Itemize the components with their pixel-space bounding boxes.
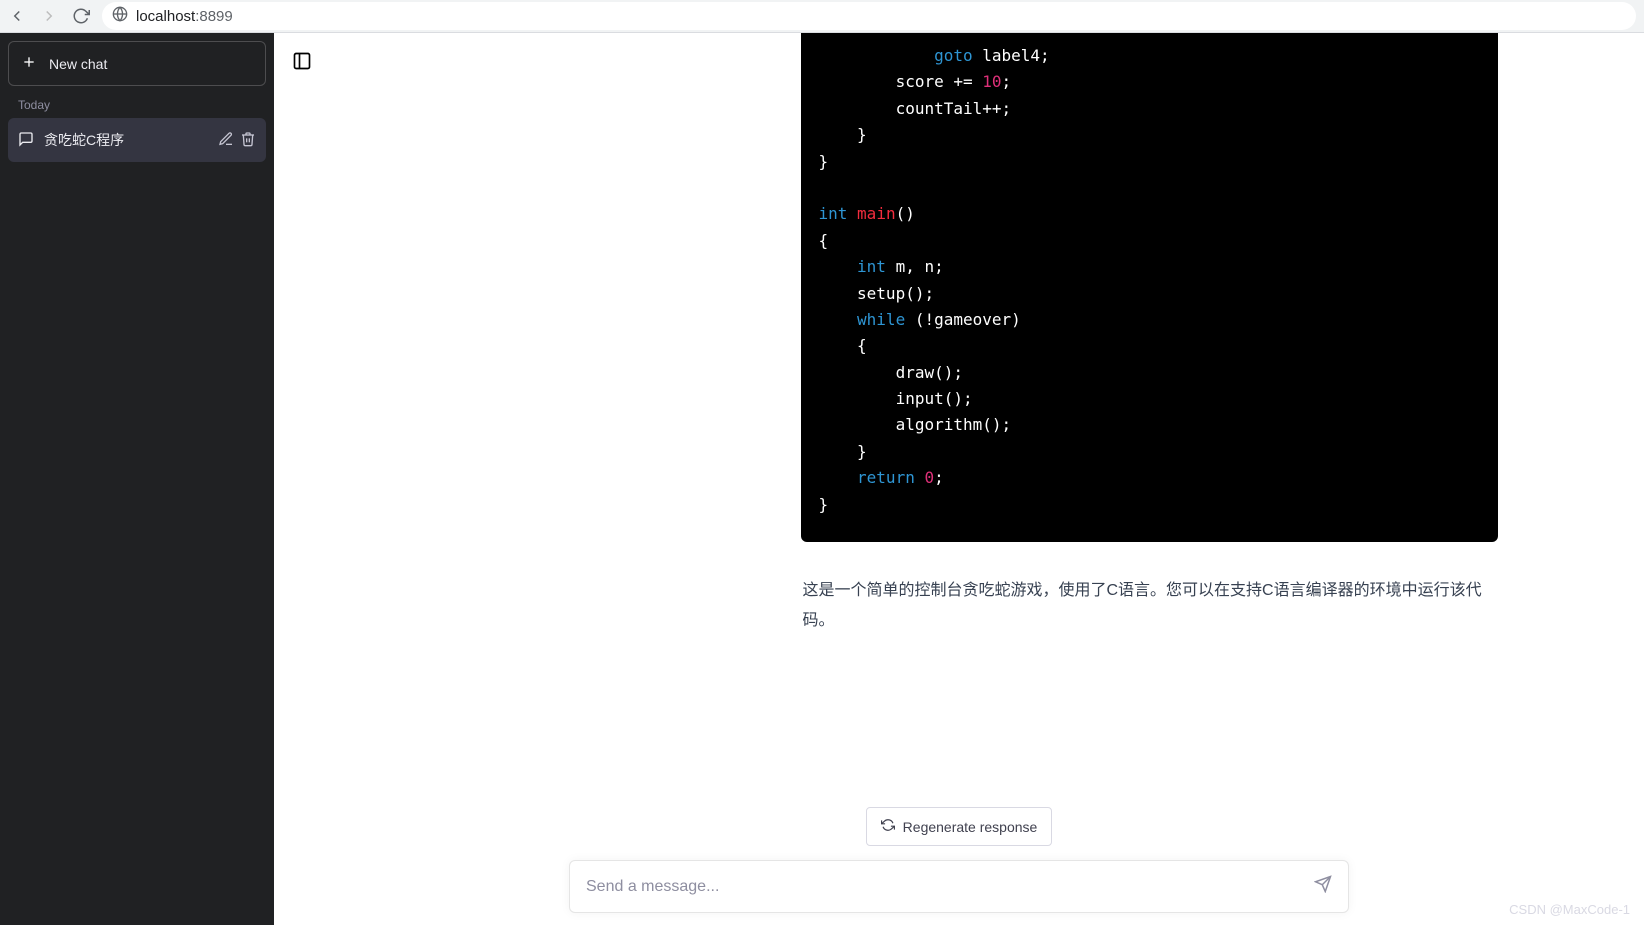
app: New chat Today 贪吃蛇C程序 goto label4; score… [0, 33, 1644, 925]
sidebar: New chat Today 贪吃蛇C程序 [0, 33, 274, 925]
forward-icon[interactable] [40, 7, 58, 25]
new-chat-label: New chat [49, 56, 107, 72]
browser-toolbar: localhost:8899 [0, 0, 1644, 33]
url-text: localhost:8899 [136, 8, 233, 25]
message-input-wrap [569, 860, 1349, 913]
main: goto label4; score += 10; countTail++; }… [274, 33, 1644, 925]
nav-icons [8, 7, 90, 25]
panel-toggle-icon[interactable] [292, 51, 312, 76]
back-icon[interactable] [8, 7, 26, 25]
sidebar-item-active[interactable]: 贪吃蛇C程序 [8, 118, 266, 162]
response-paragraph: 这是一个简单的控制台贪吃蛇游戏，使用了C语言。您可以在支持C语言编译器的环境中运… [801, 576, 1498, 637]
content-area: goto label4; score += 10; countTail++; }… [274, 33, 1644, 807]
plus-icon [21, 54, 37, 73]
url-bar[interactable]: localhost:8899 [102, 2, 1636, 30]
sidebar-item-label: 贪吃蛇C程序 [44, 130, 208, 150]
watermark: CSDN @MaxCode-1 [1509, 902, 1630, 917]
bottom-area: Regenerate response [274, 807, 1644, 925]
message-input[interactable] [586, 878, 1314, 896]
chat-icon [18, 131, 34, 150]
regenerate-button[interactable]: Regenerate response [866, 807, 1053, 846]
code-block: goto label4; score += 10; countTail++; }… [801, 33, 1498, 542]
today-label: Today [8, 86, 266, 118]
site-info-icon[interactable] [112, 6, 128, 26]
new-chat-button[interactable]: New chat [8, 41, 266, 86]
regenerate-label: Regenerate response [903, 819, 1038, 835]
delete-icon[interactable] [240, 131, 256, 150]
send-icon[interactable] [1314, 875, 1332, 898]
edit-icon[interactable] [218, 131, 234, 150]
reload-icon[interactable] [72, 7, 90, 25]
regenerate-icon [881, 818, 895, 835]
